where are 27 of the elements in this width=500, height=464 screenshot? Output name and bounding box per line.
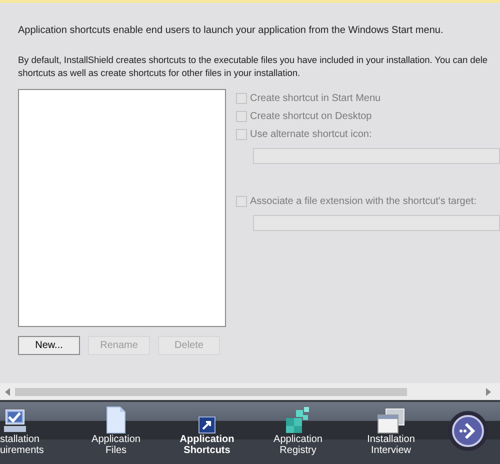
scrollbar-thumb[interactable] (15, 388, 407, 396)
scroll-right-icon[interactable] (486, 388, 492, 396)
nav-item[interactable]: Application Shortcuts (162, 402, 252, 464)
shortcut-icon (198, 416, 216, 434)
checkbox-label: Use alternate shortcut icon: (250, 128, 372, 142)
document-icon (105, 406, 127, 434)
checkbox-label: Create shortcut in Start Menu (250, 92, 381, 106)
nav-item[interactable]: Installation Interview (344, 402, 438, 464)
arrow-right-icon (452, 415, 484, 447)
description-text: shortcuts as well as create shortcuts for other files in your installation. (18, 67, 301, 80)
nav-label: stallation uirements (0, 434, 45, 456)
nav-label: Application Files (90, 434, 142, 456)
nav-label: Installation Interview (366, 434, 416, 456)
checkbox-label: Associate a file extension with the shortcut's target: (250, 194, 476, 208)
nav-label: Application Registry (272, 434, 324, 456)
nav-item[interactable]: Application Files (70, 402, 162, 464)
nav-item[interactable]: Application Registry (252, 402, 344, 464)
scroll-left-icon[interactable] (5, 388, 11, 396)
nav-label: Application Shortcuts (178, 434, 236, 456)
next-button[interactable] (448, 411, 488, 451)
action-button[interactable]: New... (18, 336, 80, 355)
intro-text: Application shortcuts enable end users to launch your application from the Windows Start menu. (18, 24, 444, 38)
nav-item[interactable]: stallation uirements (0, 402, 70, 464)
description-text: By default, InstallShield creates shortcuts to the executable files you have included in your installation. You can dele (18, 54, 488, 67)
dialog-icon (376, 408, 406, 434)
checkbox-label: Create shortcut on Desktop (250, 110, 372, 124)
shortcut-list[interactable] (18, 89, 226, 327)
